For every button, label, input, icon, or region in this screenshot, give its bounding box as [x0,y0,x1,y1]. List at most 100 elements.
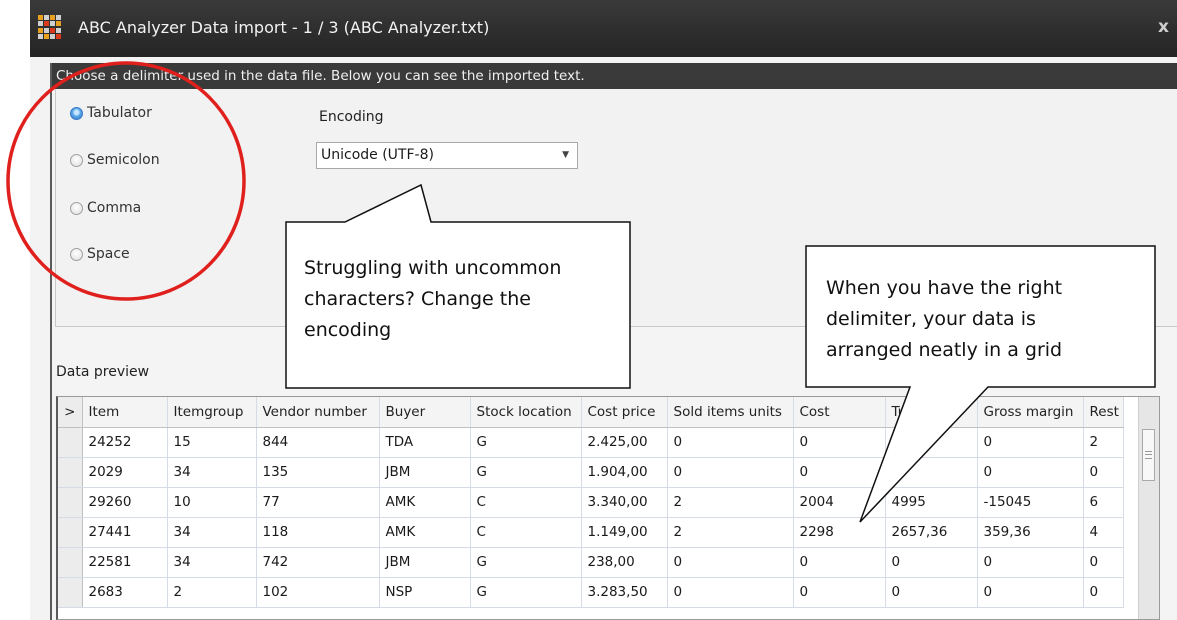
column-header[interactable]: Vendor number [256,397,380,428]
table-cell[interactable]: 34 [167,517,257,548]
close-button[interactable]: x [1158,17,1169,37]
table-cell[interactable]: 0 [793,457,886,488]
table-cell[interactable]: G [470,457,582,488]
table-cell[interactable]: 0 [1083,577,1124,608]
radio-comma[interactable]: Comma [70,200,141,216]
table-cell[interactable]: 29260 [82,487,168,518]
column-header[interactable]: Gross margin [977,397,1084,428]
table-cell[interactable]: 0 [793,577,886,608]
table-cell[interactable]: 118 [256,517,380,548]
row-header-cell[interactable] [58,457,83,488]
table-cell[interactable]: 0 [667,427,794,458]
table-cell[interactable]: 1.904,00 [581,457,668,488]
table-cell[interactable]: 27441 [82,517,168,548]
table-cell[interactable]: NSP [379,577,471,608]
column-header[interactable]: Buyer [379,397,471,428]
table-cell[interactable]: 135 [256,457,380,488]
table-cell[interactable]: 2 [1083,427,1124,458]
table-cell[interactable]: 0 [977,577,1084,608]
table-row[interactable]: 27441 34 118 AMK C 1.149,00 2 2298 2657,36 359,36… [58,517,1124,548]
radio-circle[interactable] [70,106,83,120]
column-header[interactable]: Rest [1083,397,1124,428]
row-header-cell[interactable] [58,577,83,608]
table-cell[interactable]: 844 [256,427,380,458]
table-cell[interactable]: 2 [167,577,257,608]
row-header-cell[interactable] [58,547,83,578]
table-cell[interactable]: 2657,36 [885,517,978,548]
table-cell[interactable]: 24252 [82,427,168,458]
column-header[interactable]: Sold items units [667,397,794,428]
table-cell[interactable]: AMK [379,487,471,518]
radio-space[interactable]: Space [70,246,130,262]
table-cell[interactable]: 0 [1083,457,1124,488]
table-cell[interactable]: 2004 [793,487,886,518]
table-cell[interactable]: C [470,517,582,548]
table-row[interactable]: 24252 15 844 TDA G 2.425,00 0 0 0 2 [58,427,1124,458]
table-cell[interactable]: 0 [885,547,978,578]
radio-circle[interactable] [70,247,83,261]
row-header-cell[interactable] [58,517,83,548]
table-cell[interactable]: 3.340,00 [581,487,668,518]
table-cell[interactable]: JBM [379,457,471,488]
column-header[interactable]: Stock location [470,397,582,428]
column-header[interactable]: Itemgroup [167,397,257,428]
table-cell[interactable]: 0 [667,547,794,578]
table-cell[interactable]: 2683 [82,577,168,608]
table-cell[interactable]: 0 [885,457,978,488]
table-cell[interactable]: 0 [977,457,1084,488]
table-cell[interactable]: 1.149,00 [581,517,668,548]
column-header[interactable]: Turnover [885,397,978,428]
table-cell[interactable]: 2.425,00 [581,427,668,458]
table-cell[interactable]: 0 [977,547,1084,578]
radio-tabulator[interactable]: Tabulator [70,105,152,121]
vertical-scrollbar[interactable] [1138,397,1159,619]
table-cell[interactable]: 2029 [82,457,168,488]
table-cell[interactable]: 0 [885,577,978,608]
table-cell[interactable]: 0 [793,427,886,458]
table-row[interactable]: 22581 34 742 JBM G 238,00 0 0 0 0 0 [58,547,1124,578]
column-header[interactable]: Cost [793,397,886,428]
table-cell[interactable]: 0 [977,427,1084,458]
table-cell[interactable]: 4995 [885,487,978,518]
table-cell[interactable]: 6 [1083,487,1124,518]
table-cell[interactable]: 359,36 [977,517,1084,548]
table-cell[interactable]: 0 [667,577,794,608]
table-cell[interactable]: C [470,487,582,518]
table-cell[interactable]: G [470,547,582,578]
table-cell[interactable]: 10 [167,487,257,518]
table-cell[interactable]: -15045 [977,487,1084,518]
table-cell[interactable]: 34 [167,547,257,578]
table-cell[interactable]: 3.283,50 [581,577,668,608]
table-cell[interactable]: G [470,427,582,458]
radio-circle[interactable] [70,153,83,167]
column-header[interactable]: Item [82,397,168,428]
table-cell[interactable]: 742 [256,547,380,578]
table-cell[interactable]: JBM [379,547,471,578]
table-cell[interactable]: 0 [793,547,886,578]
table-cell[interactable]: AMK [379,517,471,548]
table-cell[interactable]: TDA [379,427,471,458]
table-cell[interactable]: 238,00 [581,547,668,578]
encoding-dropdown[interactable]: Unicode (UTF-8) ▼ [316,142,578,169]
radio-circle[interactable] [70,201,83,215]
table-cell[interactable]: G [470,577,582,608]
table-row[interactable]: 2029 34 135 JBM G 1.904,00 0 0 0 0 0 [58,457,1124,488]
table-row[interactable]: 2683 2 102 NSP G 3.283,50 0 0 0 0 0 [58,577,1124,608]
table-row[interactable]: 29260 10 77 AMK C 3.340,00 2 2004 4995 -15045 6 [58,487,1124,518]
row-header-cell[interactable] [58,487,83,518]
scrollbar-thumb[interactable] [1142,429,1155,481]
table-cell[interactable]: 0 [667,457,794,488]
chevron-down-icon[interactable]: ▼ [562,143,569,168]
radio-semicolon[interactable]: Semicolon [70,152,160,168]
row-header-cell[interactable] [58,427,83,458]
column-header[interactable]: Cost price [581,397,668,428]
table-cell[interactable]: 2 [667,517,794,548]
table-cell[interactable]: 15 [167,427,257,458]
table-cell[interactable]: 102 [256,577,380,608]
table-cell[interactable]: 2 [667,487,794,518]
table-cell[interactable]: 34 [167,457,257,488]
data-preview-grid[interactable]: > Item Itemgroup Vendor number Buyer Sto… [56,396,1160,620]
table-cell[interactable] [885,427,978,458]
table-cell[interactable]: 4 [1083,517,1124,548]
table-cell[interactable]: 22581 [82,547,168,578]
